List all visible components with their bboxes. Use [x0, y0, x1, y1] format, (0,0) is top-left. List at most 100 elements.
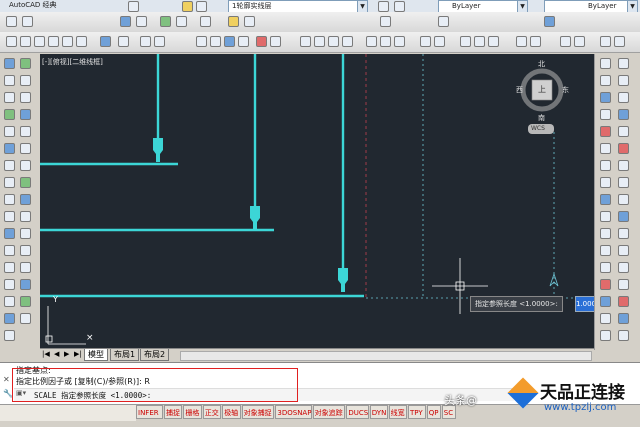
zoom-previous-icon[interactable]	[48, 36, 59, 47]
layer-freeze-icon[interactable]	[228, 16, 239, 27]
trim-icon[interactable]	[20, 211, 31, 222]
light-icon[interactable]	[270, 36, 281, 47]
dim-style-icon[interactable]	[136, 16, 147, 27]
match-properties-icon[interactable]	[6, 16, 17, 27]
orbit-icon[interactable]	[100, 36, 111, 47]
tab-layout2[interactable]: 布局2	[140, 349, 170, 361]
transparency-icon[interactable]	[544, 16, 555, 27]
insert-block-icon[interactable]	[4, 211, 15, 222]
table-style-icon[interactable]	[176, 16, 187, 27]
dim-space-icon[interactable]	[600, 245, 611, 256]
array-icon[interactable]	[20, 126, 31, 137]
break-icon[interactable]	[20, 245, 31, 256]
scale-icon[interactable]	[20, 177, 31, 188]
center-mark-icon[interactable]	[600, 296, 611, 307]
walk-icon[interactable]	[474, 36, 485, 47]
line-icon[interactable]	[4, 58, 15, 69]
status-toggle-button[interactable]: DYN	[369, 405, 388, 419]
fillet-icon[interactable]	[20, 296, 31, 307]
section-icon[interactable]	[434, 36, 445, 47]
ucs-icon[interactable]	[600, 36, 611, 47]
status-toggle-button[interactable]: 线宽	[388, 405, 407, 419]
ellipse-icon[interactable]	[4, 194, 15, 205]
status-toggle-button[interactable]: TPY	[408, 405, 426, 419]
imprint-icon[interactable]	[618, 313, 629, 324]
lineweight-icon[interactable]	[438, 16, 449, 27]
multileader-style-icon[interactable]	[200, 16, 211, 27]
layer-states-icon[interactable]	[378, 1, 389, 12]
rectangle-icon[interactable]	[4, 126, 15, 137]
tab-nav-prev[interactable]: ◀	[54, 350, 59, 358]
polysolid-icon[interactable]	[618, 262, 629, 273]
torus-icon[interactable]	[618, 194, 629, 205]
planar-surface-icon[interactable]	[618, 245, 629, 256]
zoom-out-icon[interactable]	[76, 36, 87, 47]
extend-icon[interactable]	[20, 228, 31, 239]
status-toggle-button[interactable]: 3DOSNAP	[275, 405, 312, 419]
dim-jogged-icon[interactable]	[600, 143, 611, 154]
styles-icon[interactable]	[22, 16, 33, 27]
dim-edit-icon[interactable]	[618, 58, 629, 69]
text-style-icon[interactable]	[120, 16, 131, 27]
move-icon[interactable]	[20, 143, 31, 154]
sphere-icon[interactable]	[618, 160, 629, 171]
dim-ordinate-icon[interactable]	[600, 109, 611, 120]
sweep-icon[interactable]	[328, 36, 339, 47]
mirror-icon[interactable]	[20, 92, 31, 103]
dim-radius-icon[interactable]	[600, 126, 611, 137]
plot-style-icon[interactable]	[380, 16, 391, 27]
zoom-in-icon[interactable]	[62, 36, 73, 47]
revolve-icon[interactable]	[314, 36, 325, 47]
union-icon[interactable]	[366, 36, 377, 47]
tab-nav-last[interactable]: ▶|	[74, 350, 82, 358]
sun-properties-icon[interactable]	[516, 36, 527, 47]
inspect-icon[interactable]	[600, 313, 611, 324]
drawing-canvas[interactable]: Y × [-][俯视][二维线框] 北 南 西 东 上 WCS 指定参照长度 <…	[40, 54, 594, 348]
dim-break-icon[interactable]	[600, 262, 611, 273]
solid-box-icon[interactable]	[196, 36, 207, 47]
geo-icon[interactable]	[574, 36, 585, 47]
jogged-linear-icon[interactable]	[600, 330, 611, 341]
pyramid-icon[interactable]	[618, 211, 629, 222]
layer-previous-icon[interactable]	[394, 1, 405, 12]
chamfer-icon[interactable]	[20, 279, 31, 290]
polygon-icon[interactable]	[4, 109, 15, 120]
circle-icon[interactable]	[4, 160, 15, 171]
rotate-icon[interactable]	[20, 160, 31, 171]
zoom-realtime-icon[interactable]	[20, 36, 31, 47]
status-toggle-button[interactable]: DUCS	[346, 405, 369, 419]
status-toggle-button[interactable]: 对象捕捉	[241, 405, 275, 419]
offset-icon[interactable]	[20, 109, 31, 120]
dynamic-input-field[interactable]: 1.0000	[575, 296, 594, 312]
arc-icon[interactable]	[4, 143, 15, 154]
press-pull-icon[interactable]	[618, 279, 629, 290]
map-icon[interactable]	[560, 36, 571, 47]
fly-icon[interactable]	[488, 36, 499, 47]
horizontal-scrollbar[interactable]	[180, 351, 592, 361]
sun-icon[interactable]	[196, 1, 207, 12]
copy-icon[interactable]	[20, 75, 31, 86]
dim-text-edit-icon[interactable]	[618, 75, 629, 86]
mtext-icon[interactable]	[4, 313, 15, 324]
material-icon[interactable]	[238, 36, 249, 47]
region-icon[interactable]	[4, 279, 15, 290]
shade-icon[interactable]	[256, 36, 267, 47]
dim-diameter-icon[interactable]	[600, 160, 611, 171]
cone-icon[interactable]	[618, 143, 629, 154]
intersect-icon[interactable]	[394, 36, 405, 47]
thicken-icon[interactable]	[618, 296, 629, 307]
layer-lock-icon[interactable]	[244, 16, 255, 27]
cylinder-icon[interactable]	[618, 177, 629, 188]
dim-linear-icon[interactable]	[600, 58, 611, 69]
fillet-edge-icon[interactable]	[618, 330, 629, 341]
gradient-icon[interactable]	[4, 262, 15, 273]
status-toggle-button[interactable]: 栅格	[183, 405, 202, 419]
viewport-label[interactable]: [-][俯视][二维线框]	[42, 57, 103, 67]
subtract-icon[interactable]	[380, 36, 391, 47]
extrude-icon[interactable]	[300, 36, 311, 47]
loft-icon[interactable]	[342, 36, 353, 47]
status-toggle-button[interactable]: 极轴	[222, 405, 241, 419]
dim-continue-icon[interactable]	[600, 228, 611, 239]
table-icon[interactable]	[4, 296, 15, 307]
dim-arc-icon[interactable]	[600, 92, 611, 103]
